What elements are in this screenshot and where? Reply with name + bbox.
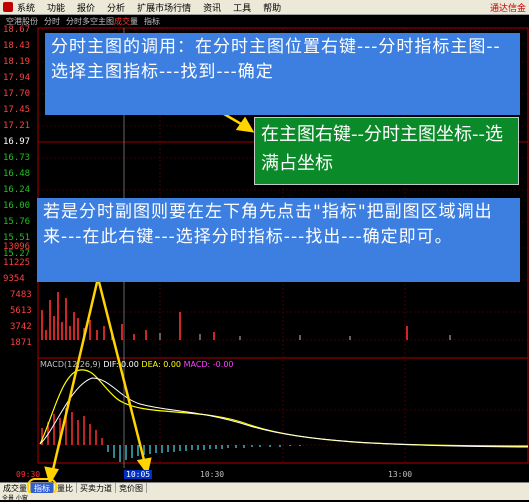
price-tick: 15.76 [3,217,31,227]
price-tick-base: 16.97 [3,137,31,147]
time-tick: 13:00 [388,470,413,479]
price-tick: 18.43 [3,41,31,51]
volume-tick: 11225 [3,258,31,268]
status-bar: 全景 小窗 [0,493,529,502]
price-tick: 17.94 [3,73,31,83]
toolbar-volume[interactable]: 成交量 [114,16,138,27]
time-cursor: 10:05 [124,470,153,479]
menu-bar: 系统 功能 报价 分析 扩展市场行情 资讯 工具 帮助 通达信金 [0,0,529,15]
price-tick: 17.45 [3,105,31,115]
macd-legend: MACD(12,26,9) DIF: 0.00 DEA: 0.00 MACD: … [40,360,234,369]
macd-dea: DEA: 0.00 [141,360,182,369]
price-tick: 18.67 [3,25,31,35]
menu-help[interactable]: 帮助 [263,1,281,14]
menu-analysis[interactable]: 分析 [107,1,125,14]
price-tick: 16.24 [3,185,31,195]
toolbar-multi-main[interactable]: 分时多空主图 [66,16,114,27]
toolbar-volume-suffix: 量 [130,16,138,26]
macd-value: MACD: -0.00 [183,360,234,369]
app-logo-icon [3,2,13,12]
menu-news[interactable]: 资讯 [203,1,221,14]
price-tick: 17.21 [3,121,31,131]
price-tick: 16.00 [3,201,31,211]
volume-tick: 9354 [3,274,25,284]
volume-tick: 5613 [10,306,32,316]
menu-system[interactable]: 系统 [17,1,35,14]
volume-tick: 13096 [3,242,31,252]
coordinate-callout: 在主图右键--分时主图坐标--选满占坐标 [254,117,519,185]
main-chart-callout: 分时主图的调用：在分时主图位置右键---分时指标主图--选择主图指标---找到-… [45,33,520,115]
status-text: 全景 小窗 [2,495,28,502]
volume-tick: 7483 [10,290,32,300]
toolbar-volume-highlight: 成交 [114,16,130,26]
price-tick: 17.70 [3,89,31,99]
sub-chart-callout: 若是分时副图则要在左下角先点击"指标"把副图区域调出来---在此右键---选择分… [37,198,520,282]
price-tick: 16.48 [3,169,31,179]
menu-quote[interactable]: 报价 [77,1,95,14]
menu-extended-market[interactable]: 扩展市场行情 [137,1,191,14]
brand-label: 通达信金 [489,4,526,14]
volume-axis: 13096 11225 9354 7483 5613 3742 1871 [0,240,38,350]
price-tick: 16.73 [3,153,31,163]
time-tick: 10:30 [200,470,225,479]
volume-tick: 1871 [10,338,32,348]
menu-function[interactable]: 功能 [47,1,65,14]
macd-dif: DIF: 0.00 [103,360,139,369]
time-axis: 09:30 10:05 10:30 13:00 [0,470,529,481]
toolbar-indicator[interactable]: 指标 [144,16,160,27]
price-tick: 18.19 [3,57,31,67]
macd-name: MACD(12,26,9) [40,360,101,369]
toolbar-timeshare[interactable]: 分时 [44,16,60,27]
volume-tick: 3742 [10,322,32,332]
menu-tools[interactable]: 工具 [233,1,251,14]
chart-toolbar: 空港股份 分时 分时多空主图 成交量 指标 [0,15,529,27]
